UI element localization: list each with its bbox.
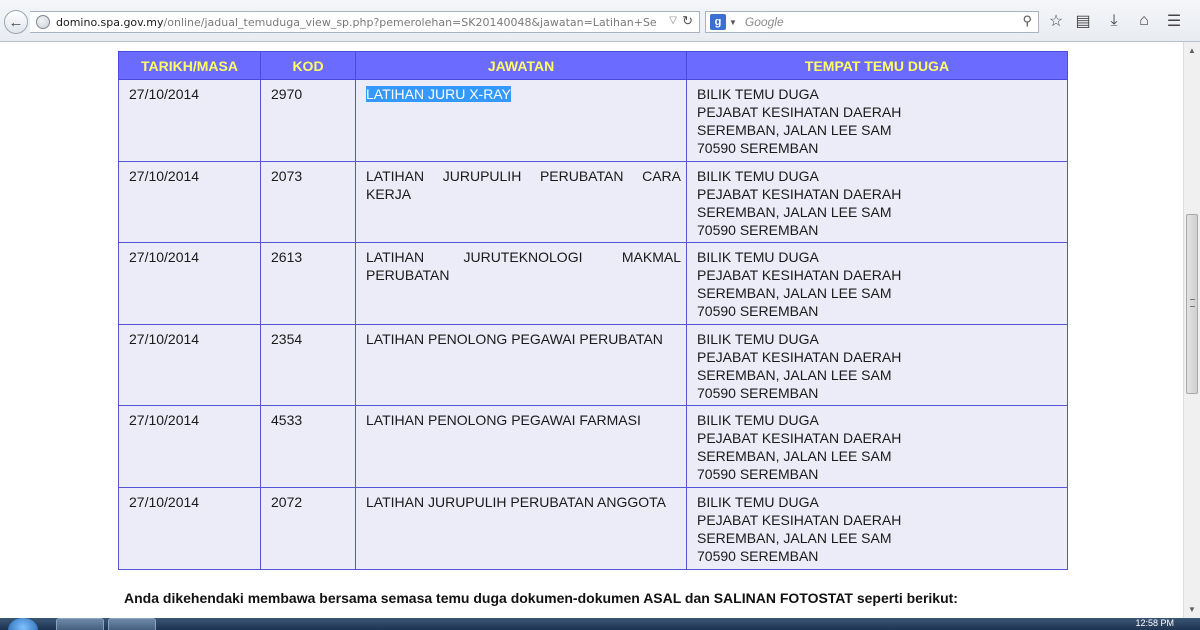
vertical-scrollbar[interactable]: ▲ ▼ xyxy=(1183,42,1200,618)
cell-tempat: BILIK TEMU DUGA PEJABAT KESIHATAN DAERAH… xyxy=(686,405,1068,488)
home-icon[interactable]: ⌂ xyxy=(1134,11,1154,31)
tempat-line: PEJABAT KESIHATAN DAERAH xyxy=(697,185,902,202)
table-row: 27/10/2014 2970 LATIHAN JURU X-RAY BILIK… xyxy=(118,79,1068,162)
search-input[interactable]: Google xyxy=(745,15,784,29)
address-bar[interactable]: domino.spa.gov.my/online/jadual_temuduga… xyxy=(30,11,700,33)
engine-caret-icon[interactable]: ▼ xyxy=(729,18,737,27)
search-bar[interactable]: g ▼ Google ⚲ xyxy=(705,11,1039,33)
cell-jawatan: LATIHAN JURUPULIH PERUBATAN ANGGOTA xyxy=(355,486,687,570)
cell-kod: 2970 xyxy=(260,79,356,162)
url-path: /online/jadual_temuduga_view_sp.php?peme… xyxy=(163,15,656,29)
tempat-line: SEREMBAN, JALAN LEE SAM xyxy=(697,203,892,220)
table-header-row: TARIKH/MASA KOD JAWATAN TEMPAT TEMU DUGA xyxy=(118,51,1068,80)
windows-taskbar: 12:58 PM xyxy=(0,618,1200,630)
cell-kod: 2613 xyxy=(260,242,356,325)
cell-tarikh: 27/10/2014 xyxy=(118,160,261,244)
tempat-line: BILIK TEMU DUGA xyxy=(697,249,819,266)
tempat-line: PEJABAT KESIHATAN DAERAH xyxy=(697,267,902,284)
cell-kod: 2354 xyxy=(260,323,356,407)
cell-jawatan: LATIHAN PENOLONG PEGAWAI PERUBATAN xyxy=(355,323,687,407)
tempat-line: SEREMBAN, JALAN LEE SAM xyxy=(697,448,892,465)
browser-toolbar: ← domino.spa.gov.my/online/jadual_temudu… xyxy=(0,0,1200,42)
start-button[interactable] xyxy=(8,618,38,630)
selected-text[interactable]: LATIHAN JURU X-RAY xyxy=(366,86,511,102)
table-row: 27/10/2014 2072 LATIHAN JURUPULIH PERUBA… xyxy=(118,486,1068,570)
reload-icon[interactable]: ↻ xyxy=(682,13,693,29)
cell-tempat: BILIK TEMU DUGA PEJABAT KESIHATAN DAERAH… xyxy=(686,79,1068,162)
cell-tempat: BILIK TEMU DUGA PEJABAT KESIHATAN DAERAH… xyxy=(686,323,1068,407)
grip-icon xyxy=(1190,299,1195,307)
tempat-line: PEJABAT KESIHATAN DAERAH xyxy=(697,511,902,528)
table-row: 27/10/2014 4533 LATIHAN PENOLONG PEGAWAI… xyxy=(118,405,1068,488)
cell-kod: 2072 xyxy=(260,486,356,570)
cell-tarikh: 27/10/2014 xyxy=(118,405,261,488)
cell-tarikh: 27/10/2014 xyxy=(118,486,261,570)
header-tempat: TEMPAT TEMU DUGA xyxy=(686,51,1068,80)
tempat-line: 70590 SEREMBAN xyxy=(697,303,819,320)
tempat-line: BILIK TEMU DUGA xyxy=(697,167,819,184)
tempat-line: PEJABAT KESIHATAN DAERAH xyxy=(697,430,902,447)
interview-schedule-table: TARIKH/MASA KOD JAWATAN TEMPAT TEMU DUGA… xyxy=(118,51,1068,570)
cell-tarikh: 27/10/2014 xyxy=(118,242,261,325)
cell-tempat: BILIK TEMU DUGA PEJABAT KESIHATAN DAERAH… xyxy=(686,160,1068,244)
cell-jawatan: LATIHAN JURUPULIH PERUBATAN CARA KERJA xyxy=(355,160,687,244)
taskbar-clock[interactable]: 12:58 PM xyxy=(1135,618,1174,628)
tempat-line: PEJABAT KESIHATAN DAERAH xyxy=(697,104,902,120)
scroll-down-icon[interactable]: ▼ xyxy=(1188,605,1196,614)
globe-icon xyxy=(36,15,50,29)
tempat-line: BILIK TEMU DUGA xyxy=(697,86,819,102)
back-icon[interactable]: ← xyxy=(4,10,28,34)
tempat-line: SEREMBAN, JALAN LEE SAM xyxy=(697,122,892,138)
taskbar-paint-button[interactable] xyxy=(108,618,156,630)
tempat-line: 70590 SEREMBAN xyxy=(697,547,819,564)
tempat-line: 70590 SEREMBAN xyxy=(697,221,819,238)
cell-tarikh: 27/10/2014 xyxy=(118,79,261,162)
tempat-line: PEJABAT KESIHATAN DAERAH xyxy=(697,348,902,365)
google-icon[interactable]: g xyxy=(710,14,726,30)
table-row: 27/10/2014 2613 LATIHAN JURUTEKNOLOGI MA… xyxy=(118,242,1068,325)
documents-notice: Anda dikehendaki membawa bersama semasa … xyxy=(124,590,958,606)
scroll-up-icon[interactable]: ▲ xyxy=(1188,46,1196,55)
tempat-line: 70590 SEREMBAN xyxy=(697,466,819,483)
tempat-line: SEREMBAN, JALAN LEE SAM xyxy=(697,366,892,383)
cell-kod: 2073 xyxy=(260,160,356,244)
star-icon[interactable]: ☆ xyxy=(1046,11,1066,31)
cell-jawatan: LATIHAN PENOLONG PEGAWAI FARMASI xyxy=(355,405,687,488)
url-host: domino.spa.gov.my xyxy=(56,15,164,29)
cell-jawatan: LATIHAN JURUTEKNOLOGI MAKMAL PERUBATAN xyxy=(355,242,687,325)
search-icon[interactable]: ⚲ xyxy=(1022,13,1032,29)
tempat-line: 70590 SEREMBAN xyxy=(697,384,819,401)
header-tarikh: TARIKH/MASA xyxy=(118,51,261,80)
download-icon[interactable]: ⤓ xyxy=(1104,11,1124,31)
header-jawatan: JAWATAN xyxy=(355,51,687,80)
url-text: domino.spa.gov.my/online/jadual_temuduga… xyxy=(56,16,656,29)
tempat-line: SEREMBAN, JALAN LEE SAM xyxy=(697,285,892,302)
cell-tempat: BILIK TEMU DUGA PEJABAT KESIHATAN DAERAH… xyxy=(686,242,1068,325)
tempat-line: 70590 SEREMBAN xyxy=(697,140,819,156)
clipboard-icon[interactable]: ▤ xyxy=(1073,11,1093,31)
tempat-line: BILIK TEMU DUGA xyxy=(697,330,819,347)
dropdown-icon[interactable]: ▽ xyxy=(669,15,677,26)
taskbar-firefox-button[interactable] xyxy=(56,618,104,630)
cell-kod: 4533 xyxy=(260,405,356,488)
cell-tarikh: 27/10/2014 xyxy=(118,323,261,407)
tempat-line: SEREMBAN, JALAN LEE SAM xyxy=(697,529,892,546)
cell-tempat: BILIK TEMU DUGA PEJABAT KESIHATAN DAERAH… xyxy=(686,486,1068,570)
tempat-line: BILIK TEMU DUGA xyxy=(697,412,819,429)
tempat-line: BILIK TEMU DUGA xyxy=(697,493,819,510)
header-kod: KOD xyxy=(260,51,356,80)
scroll-thumb[interactable] xyxy=(1186,214,1198,394)
cell-jawatan: LATIHAN JURU X-RAY xyxy=(355,79,687,162)
table-row: 27/10/2014 2354 LATIHAN PENOLONG PEGAWAI… xyxy=(118,323,1068,407)
table-row: 27/10/2014 2073 LATIHAN JURUPULIH PERUBA… xyxy=(118,160,1068,244)
menu-icon[interactable]: ☰ xyxy=(1164,11,1184,31)
